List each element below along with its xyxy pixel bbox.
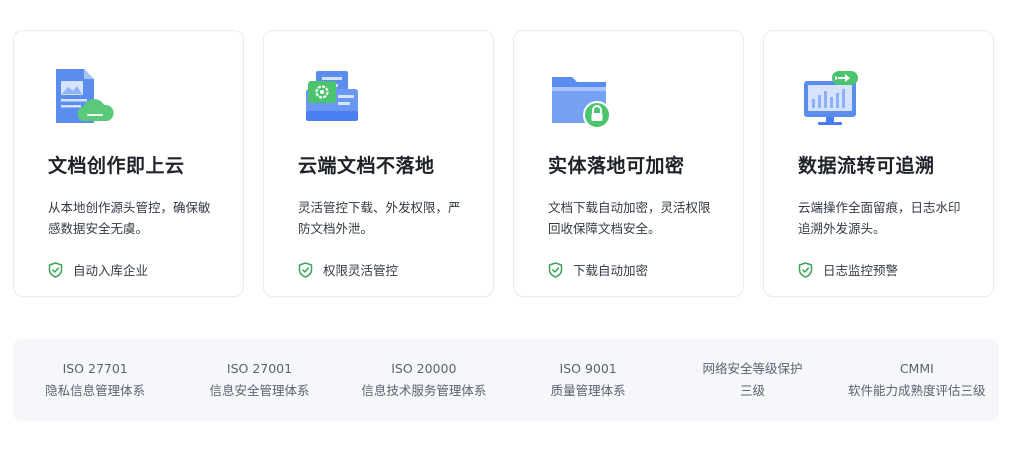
card-description: 云端操作全面留痕，日志水印追溯外发源头。 — [798, 200, 961, 236]
feature-card-cloud-creation: 文档创作即上云 从本地创作源头管控，确保敏感数据安全无虞。 自动入库企业 — [13, 30, 244, 297]
document-cloud-icon — [48, 67, 114, 129]
card-tag: 自动入库企业 — [48, 260, 148, 279]
certification-subtitle: 信息技术服务管理体系 — [361, 383, 487, 398]
card-tag: 权限灵活管控 — [298, 260, 398, 279]
feature-card-data-traceability: 数据流转可追溯 云端操作全面留痕，日志水印追溯外发源头。 日志监控预警 — [763, 30, 994, 297]
shield-check-icon — [798, 261, 813, 278]
card-description: 从本地创作源头管控，确保敏感数据安全无虞。 — [48, 200, 211, 236]
cloud-document-settings-icon — [298, 67, 364, 129]
shield-check-icon — [298, 261, 313, 278]
card-tag: 下载自动加密 — [548, 260, 648, 279]
card-tag-label: 权限灵活管控 — [323, 263, 399, 278]
certifications-bar: ISO 27701 隐私信息管理体系 ISO 27001 信息安全管理体系 IS… — [13, 339, 999, 421]
card-tag-label: 日志监控预警 — [823, 263, 899, 278]
card-tag: 日志监控预警 — [798, 260, 898, 279]
certification-subtitle: 三级 — [739, 383, 765, 398]
certification-item: ISO 27701 隐私信息管理体系 — [13, 358, 177, 402]
monitor-transfer-icon — [798, 67, 864, 129]
certification-subtitle: 信息安全管理体系 — [209, 383, 310, 398]
certification-item: 网络安全等级保护 三级 — [670, 358, 834, 402]
certification-name: ISO 20000 — [391, 361, 457, 376]
certification-subtitle: 隐私信息管理体系 — [45, 383, 146, 398]
certification-subtitle: 软件能力成熟度评估三级 — [848, 383, 986, 398]
certification-name: 网络安全等级保护 — [702, 361, 803, 376]
card-title: 数据流转可追溯 — [798, 155, 935, 177]
certification-item: ISO 20000 信息技术服务管理体系 — [342, 358, 506, 402]
card-title: 文档创作即上云 — [48, 155, 185, 177]
certification-name: ISO 27701 — [62, 361, 128, 376]
certification-subtitle: 质量管理体系 — [550, 383, 626, 398]
feature-cards: 文档创作即上云 从本地创作源头管控，确保敏感数据安全无虞。 自动入库企业 云端文… — [13, 30, 994, 297]
certification-item: CMMI 软件能力成熟度评估三级 — [835, 358, 999, 402]
certification-item: ISO 9001 质量管理体系 — [506, 358, 670, 402]
folder-lock-icon — [548, 67, 614, 129]
card-description: 灵活管控下载、外发权限，严防文档外泄。 — [298, 200, 461, 236]
feature-card-local-encryption: 实体落地可加密 文档下载自动加密，灵活权限回收保障文档安全。 下载自动加密 — [513, 30, 744, 297]
card-title: 实体落地可加密 — [548, 155, 685, 177]
shield-check-icon — [48, 261, 63, 278]
card-description: 文档下载自动加密，灵活权限回收保障文档安全。 — [548, 200, 711, 236]
card-tag-label: 下载自动加密 — [573, 263, 649, 278]
shield-check-icon — [548, 261, 563, 278]
card-tag-label: 自动入库企业 — [73, 263, 149, 278]
feature-card-cloud-document: 云端文档不落地 灵活管控下载、外发权限，严防文档外泄。 权限灵活管控 — [263, 30, 494, 297]
certification-name: ISO 9001 — [559, 361, 617, 376]
certification-name: ISO 27001 — [226, 361, 293, 376]
certification-item: ISO 27001 信息安全管理体系 — [177, 358, 341, 402]
certification-name: CMMI — [899, 361, 934, 376]
card-title: 云端文档不落地 — [298, 155, 435, 177]
